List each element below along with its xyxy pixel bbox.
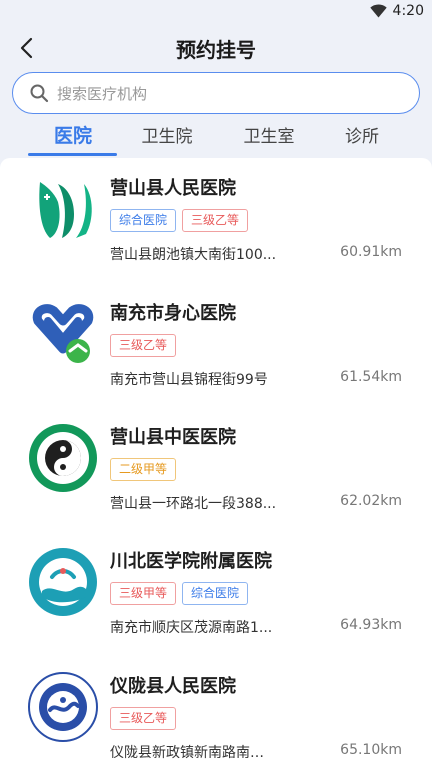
tab-health-center[interactable]: 卫生院 (122, 122, 212, 147)
status-icons: 4:20 (369, 3, 424, 19)
status-bar: 4:20 (0, 0, 432, 24)
tab-hospital[interactable]: 医院 (28, 121, 118, 148)
blue-heart-logo (32, 304, 94, 363)
hospital-address: 南充市营山县锦程街99号 (110, 372, 268, 388)
status-time: 4:20 (392, 3, 424, 19)
teal-seal-logo (29, 548, 97, 616)
hospital-tag: 三级乙等 (110, 707, 177, 730)
hospital-item[interactable]: 营山县中医医院 二级甲等 营山县一环路北一段388... 62.02km (0, 407, 432, 531)
hospital-tag: 三级乙等 (110, 334, 177, 357)
hospital-item[interactable]: 川北医学院附属医院 三级甲等 综合医院 南充市顺庆区茂源南路1... 64.93… (0, 531, 432, 655)
nav-bar: 预约挂号 (0, 28, 432, 68)
hospital-list: 营山县人民医院 综合医院 三级乙等 营山县朗池镇大南街100... 60.91k… (0, 158, 432, 768)
hospital-address: 仪陇县新政镇新南路南… (110, 745, 264, 761)
hospital-distance: 60.91km (340, 244, 402, 260)
page-title: 预约挂号 (176, 38, 256, 62)
category-tabs: 医院 卫生院 卫生室 诊所 (0, 118, 432, 158)
hospital-tag: 三级乙等 (182, 209, 249, 232)
hospital-name: 南充市身心医院 (110, 303, 236, 324)
hospital-name: 营山县人民医院 (110, 178, 236, 199)
search-box[interactable] (12, 72, 420, 114)
hospital-name: 营山县中医医院 (110, 427, 236, 448)
blue-seal-logo (28, 672, 98, 742)
hospital-tags: 三级乙等 (110, 707, 177, 730)
hospital-address: 南充市顺庆区茂源南路1... (110, 620, 273, 636)
hospital-tag: 二级甲等 (110, 458, 177, 481)
hospital-tag: 三级甲等 (110, 582, 177, 605)
hospital-distance: 62.02km (340, 493, 402, 509)
search-icon (30, 84, 49, 103)
hospital-tags: 二级甲等 (110, 458, 177, 481)
hospital-name: 仪陇县人民医院 (110, 676, 236, 697)
hospital-tag: 综合医院 (110, 209, 177, 232)
tab-active-indicator (28, 153, 117, 156)
hospital-name: 川北医学院附属医院 (110, 551, 272, 572)
hospital-distance: 64.93km (340, 617, 402, 633)
hospital-item[interactable]: 仪陇县人民医院 三级乙等 仪陇县新政镇新南路南… 65.10km (0, 656, 432, 768)
hospital-tag: 综合医院 (182, 582, 249, 605)
yin-yang-logo (29, 424, 97, 492)
tab-clinic[interactable]: 诊所 (317, 122, 407, 147)
green-leaf-logo (39, 182, 92, 238)
hospital-tags: 综合医院 三级乙等 (110, 209, 249, 232)
hospital-tags: 三级乙等 (110, 334, 177, 357)
search-input[interactable] (57, 81, 397, 107)
hospital-address: 营山县朗池镇大南街100... (110, 247, 277, 263)
tab-clinic-room[interactable]: 卫生室 (224, 122, 314, 147)
wifi-icon (369, 4, 387, 18)
hospital-distance: 65.10km (340, 742, 402, 758)
hospital-address: 营山县一环路北一段388... (110, 496, 277, 512)
hospital-item[interactable]: 南充市身心医院 三级乙等 南充市营山县锦程街99号 61.54km (0, 283, 432, 407)
hospital-distance: 61.54km (340, 369, 402, 385)
hospital-item[interactable]: 营山县人民医院 综合医院 三级乙等 营山县朗池镇大南街100... 60.91k… (0, 158, 432, 282)
hospital-tags: 三级甲等 综合医院 (110, 582, 249, 605)
